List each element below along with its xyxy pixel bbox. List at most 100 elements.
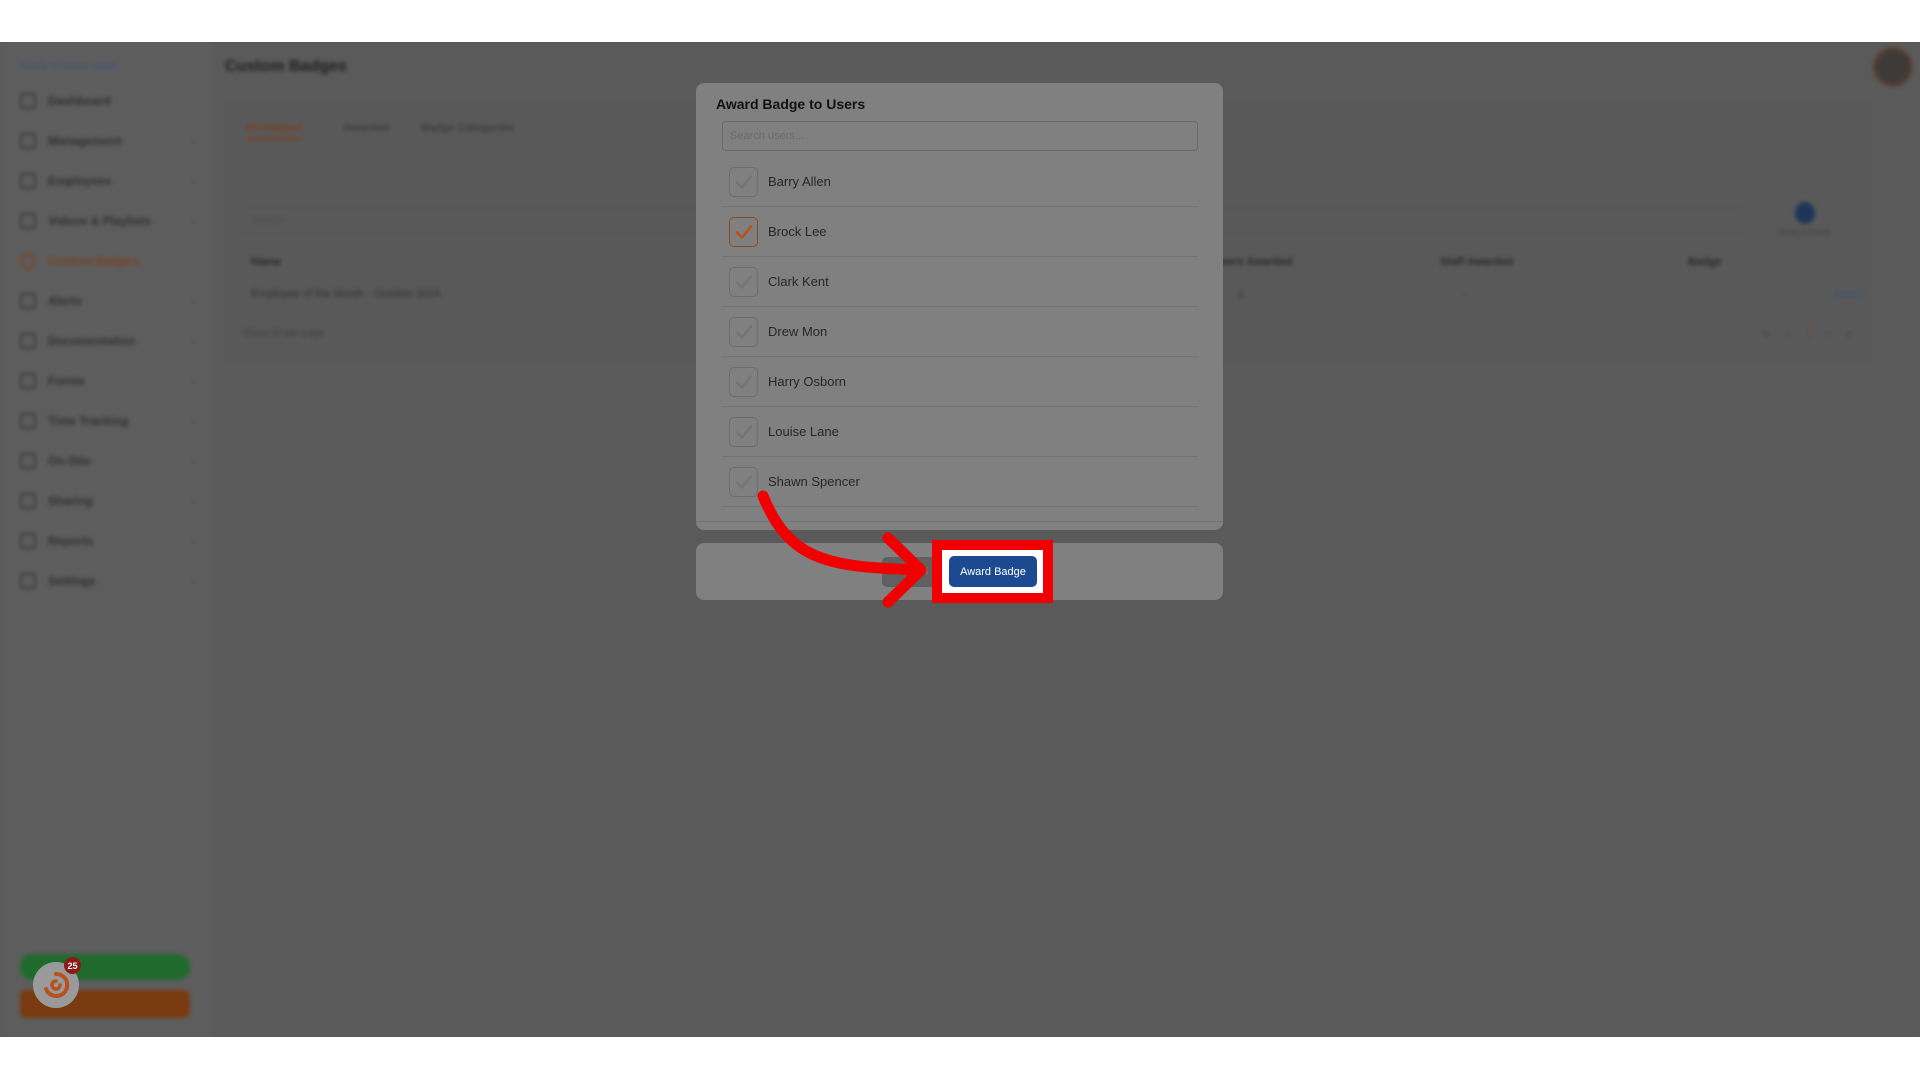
toggle-label: Show archived <box>1778 228 1831 237</box>
user-name: Louise Lane <box>768 424 839 439</box>
user-avatar[interactable] <box>1876 50 1910 84</box>
chevron-right-icon: › <box>191 415 195 427</box>
award-badge-button[interactable]: Award Badge <box>949 556 1037 587</box>
search-users-input[interactable] <box>722 121 1198 151</box>
user-name: Drew Mon <box>768 324 828 339</box>
sidebar-item-time-tracking[interactable]: Time Tracking › <box>20 409 195 433</box>
sidebar-item-sharing[interactable]: Sharing › <box>20 489 195 513</box>
pager-last[interactable]: » <box>1846 328 1852 340</box>
checkmark-icon <box>735 474 752 489</box>
chevron-right-icon: › <box>191 215 195 227</box>
users-awarded-cell: 1 <box>1238 288 1245 300</box>
sidebar-item-settings[interactable]: Settings › <box>20 569 195 593</box>
sidebar-item-custom-badges[interactable]: Custom Badges <box>20 249 195 273</box>
pager-page-1[interactable]: 1 <box>1806 328 1812 340</box>
user-row[interactable]: Barry Allen <box>722 157 1198 207</box>
chevron-right-icon: › <box>191 495 195 507</box>
sidebar-item-label: Time Tracking <box>48 414 129 428</box>
user-checkbox[interactable] <box>729 166 758 197</box>
user-name: Brock Lee <box>768 224 827 239</box>
checkmark-icon <box>735 374 752 389</box>
sidebar-item-forms[interactable]: Forms › <box>20 369 195 393</box>
video-icon <box>20 213 36 229</box>
notification-count-badge: 25 <box>64 957 81 974</box>
badge-name-cell: Employee of the Month - October 2024 <box>251 288 441 300</box>
user-row[interactable]: Clark Kent <box>722 257 1198 307</box>
column-header-badge: Badge <box>1688 256 1722 268</box>
checkmark-icon <box>735 324 752 339</box>
user-checkbox[interactable] <box>729 466 758 497</box>
user-row[interactable]: Louise Lane <box>722 407 1198 457</box>
tab-badge-categories[interactable]: Badge Categories <box>421 122 515 134</box>
share-icon <box>20 493 36 509</box>
archived-toggle[interactable] <box>1795 202 1815 224</box>
user-checkbox[interactable] <box>729 316 758 347</box>
checkmark-icon <box>735 224 752 239</box>
user-checkbox[interactable] <box>729 416 758 447</box>
user-checkbox[interactable] <box>729 216 758 247</box>
page-size-selector[interactable]: Show 10 per page <box>243 328 324 339</box>
screen: Back to home page Dashboard Management › Em… <box>0 42 1920 1037</box>
sidebar-item-label: Forms <box>48 374 85 388</box>
chart-icon <box>20 533 36 549</box>
back-link[interactable]: Back to home page <box>22 60 117 72</box>
sidebar-item-dashboard[interactable]: Dashboard <box>20 89 195 113</box>
document-icon <box>20 333 36 349</box>
sidebar-item-label: Reports <box>48 534 94 548</box>
user-checkbox[interactable] <box>729 266 758 297</box>
sidebar-item-label: Alerts <box>48 294 83 308</box>
checkmark-icon <box>735 274 752 289</box>
badge-icon <box>20 253 36 269</box>
chevron-right-icon: › <box>191 175 195 187</box>
checkmark-icon <box>735 174 752 189</box>
sidebar-item-label: Management <box>48 134 122 148</box>
sidebar-item-label: Videos & Playlists <box>48 214 152 228</box>
user-checkbox[interactable] <box>729 366 758 397</box>
sidebar-item-employees[interactable]: Employees › <box>20 169 195 193</box>
gear-icon <box>20 573 36 589</box>
chevron-right-icon: › <box>191 575 195 587</box>
sidebar-item-management[interactable]: Management › <box>20 129 195 153</box>
divider <box>696 521 1223 522</box>
sidebar-item-label: Employees <box>48 174 112 188</box>
pager-prev[interactable]: ‹ <box>1786 328 1790 340</box>
sidebar-item-videos-playlists[interactable]: Videos & Playlists › <box>20 209 195 233</box>
user-row[interactable]: Drew Mon <box>722 307 1198 357</box>
staff-awarded-cell: - <box>1463 288 1467 300</box>
users-icon <box>20 133 36 149</box>
sidebar: Back to home page Dashboard Management › Em… <box>0 42 213 1037</box>
column-header-staff-awarded[interactable]: Staff Awarded <box>1440 256 1513 268</box>
column-header-users-awarded[interactable]: Users Awarded <box>1213 256 1292 268</box>
sidebar-item-reports[interactable]: Reports › <box>20 529 195 553</box>
pager-next[interactable]: › <box>1826 328 1830 340</box>
pager-first[interactable]: « <box>1763 328 1769 340</box>
user-icon <box>20 173 36 189</box>
alert-icon <box>20 293 36 309</box>
user-row[interactable]: Harry Osborn <box>722 357 1198 407</box>
modal-title: Award Badge to Users <box>716 96 866 112</box>
sidebar-item-label: Dashboard <box>48 94 111 108</box>
sidebar-item-alerts[interactable]: Alerts › <box>20 289 195 313</box>
user-row[interactable]: Brock Lee <box>722 207 1198 257</box>
bottom-margin <box>0 1037 1920 1080</box>
user-name: Shawn Spencer <box>768 474 860 489</box>
sidebar-item-on-site[interactable]: On-Site › <box>20 449 195 473</box>
sidebar-item-label: Documentation <box>48 334 136 348</box>
sidebar-item-label: Sharing <box>48 494 93 508</box>
tab-awarded[interactable]: Awarded <box>343 122 389 134</box>
tab-all-badges[interactable]: All Badges <box>245 122 302 140</box>
sidebar-item-label: Custom Badges <box>48 254 140 268</box>
user-name: Harry Osborn <box>768 374 847 389</box>
grid-icon <box>20 93 36 109</box>
clock-icon <box>20 413 36 429</box>
sidebar-item-label: On-Site <box>48 454 91 468</box>
user-name: Clark Kent <box>768 274 829 289</box>
location-icon <box>20 453 36 469</box>
column-header-name[interactable]: Name <box>251 256 281 268</box>
award-badge-modal: Award Badge to Users Barry Allen Brock Le… <box>696 83 1223 530</box>
user-row[interactable]: Shawn Spencer <box>722 457 1198 507</box>
page-title: Custom Badges <box>225 58 347 75</box>
checkmark-icon <box>735 424 752 439</box>
award-link[interactable]: Award <box>1833 288 1864 300</box>
sidebar-item-documentation[interactable]: Documentation › <box>20 329 195 353</box>
